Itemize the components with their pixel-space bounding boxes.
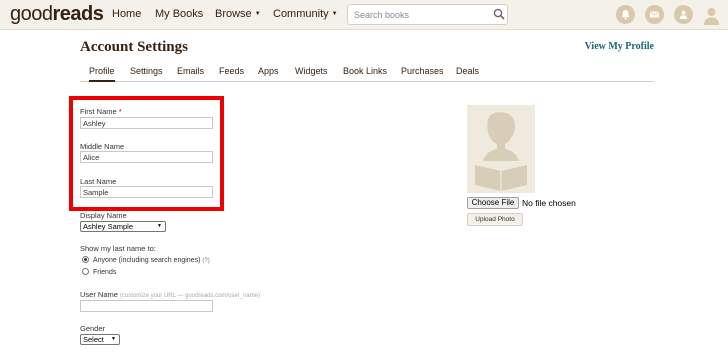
- friends-button[interactable]: [674, 5, 693, 24]
- logo-text-reads: reads: [52, 3, 104, 25]
- no-file-status: No file chosen: [522, 198, 576, 208]
- display-name-label: Display Name: [80, 211, 127, 220]
- nav-browse-label: Browse: [215, 8, 252, 20]
- display-name-select[interactable]: Ashley Sample ▼: [80, 221, 166, 232]
- search-input[interactable]: [348, 5, 484, 24]
- bell-icon: [621, 10, 630, 20]
- mail-icon: [650, 11, 659, 18]
- tab-feeds[interactable]: Feeds: [219, 66, 244, 76]
- choose-file-button[interactable]: Choose File: [467, 197, 519, 209]
- radio-anyone[interactable]: [82, 256, 89, 263]
- tab-deals[interactable]: Deals: [456, 66, 479, 76]
- search-box: [347, 4, 508, 25]
- tab-emails[interactable]: Emails: [177, 66, 204, 76]
- gender-label: Gender: [80, 324, 106, 333]
- tab-book-links[interactable]: Book Links: [343, 66, 387, 76]
- community-caret-icon: ▼: [331, 11, 338, 18]
- page-title: Account Settings: [80, 39, 188, 55]
- tab-profile[interactable]: Profile: [89, 66, 115, 82]
- reader-silhouette-icon: [475, 112, 527, 191]
- browse-caret-icon: ▼: [254, 11, 261, 18]
- radio-friends-label: Friends: [93, 269, 117, 276]
- logo-text-good: good: [10, 3, 53, 25]
- nav-browse[interactable]: Browse ▼: [215, 8, 261, 20]
- settings-tabs: Profile Settings Emails Feeds Apps Widge…: [80, 61, 654, 82]
- search-icon[interactable]: [493, 8, 505, 20]
- nav-home[interactable]: Home: [112, 8, 141, 20]
- gender-select[interactable]: Select ▼: [80, 334, 120, 345]
- nav-community[interactable]: Community ▼: [273, 8, 338, 20]
- help-link[interactable]: (?): [202, 258, 209, 264]
- tab-widgets[interactable]: Widgets: [295, 66, 328, 76]
- goodreads-logo[interactable]: goodreads: [10, 3, 104, 26]
- profile-photo-placeholder: [467, 105, 535, 193]
- tab-purchases[interactable]: Purchases: [401, 66, 444, 76]
- radio-friends-row[interactable]: Friends: [82, 268, 116, 276]
- show-last-name-label: Show my last name to:: [80, 244, 156, 253]
- upload-photo-button[interactable]: Upload Photo: [467, 213, 523, 226]
- radio-anyone-label: Anyone (including search engines): [93, 257, 201, 264]
- username-label-text: User Name: [80, 290, 118, 299]
- username-field[interactable]: [80, 300, 213, 312]
- nav-community-label: Community: [273, 8, 329, 20]
- view-my-profile-link[interactable]: View My Profile: [585, 41, 654, 52]
- notifications-button[interactable]: [616, 5, 635, 24]
- gender-value: Select: [83, 335, 104, 344]
- messages-button[interactable]: [645, 5, 664, 24]
- dropdown-caret-icon: ▼: [157, 223, 162, 229]
- username-hint: (customize your URL — goodreads.com/user…: [119, 293, 261, 299]
- radio-friends[interactable]: [82, 268, 89, 275]
- username-label: User Name (customize your URL — goodreads…: [80, 290, 260, 299]
- top-nav-bar: goodreads Home My Books Browse ▼ Communit…: [0, 0, 728, 30]
- nav-my-books[interactable]: My Books: [155, 8, 203, 20]
- dropdown-caret-icon: ▼: [111, 336, 116, 342]
- display-name-value: Ashley Sample: [83, 222, 134, 231]
- highlight-box: [69, 96, 224, 211]
- tab-settings[interactable]: Settings: [130, 66, 163, 76]
- tab-apps[interactable]: Apps: [258, 66, 279, 76]
- user-avatar-icon[interactable]: [702, 5, 721, 25]
- radio-anyone-row[interactable]: Anyone (including search engines) (?): [82, 256, 210, 264]
- friends-icon: [679, 10, 688, 19]
